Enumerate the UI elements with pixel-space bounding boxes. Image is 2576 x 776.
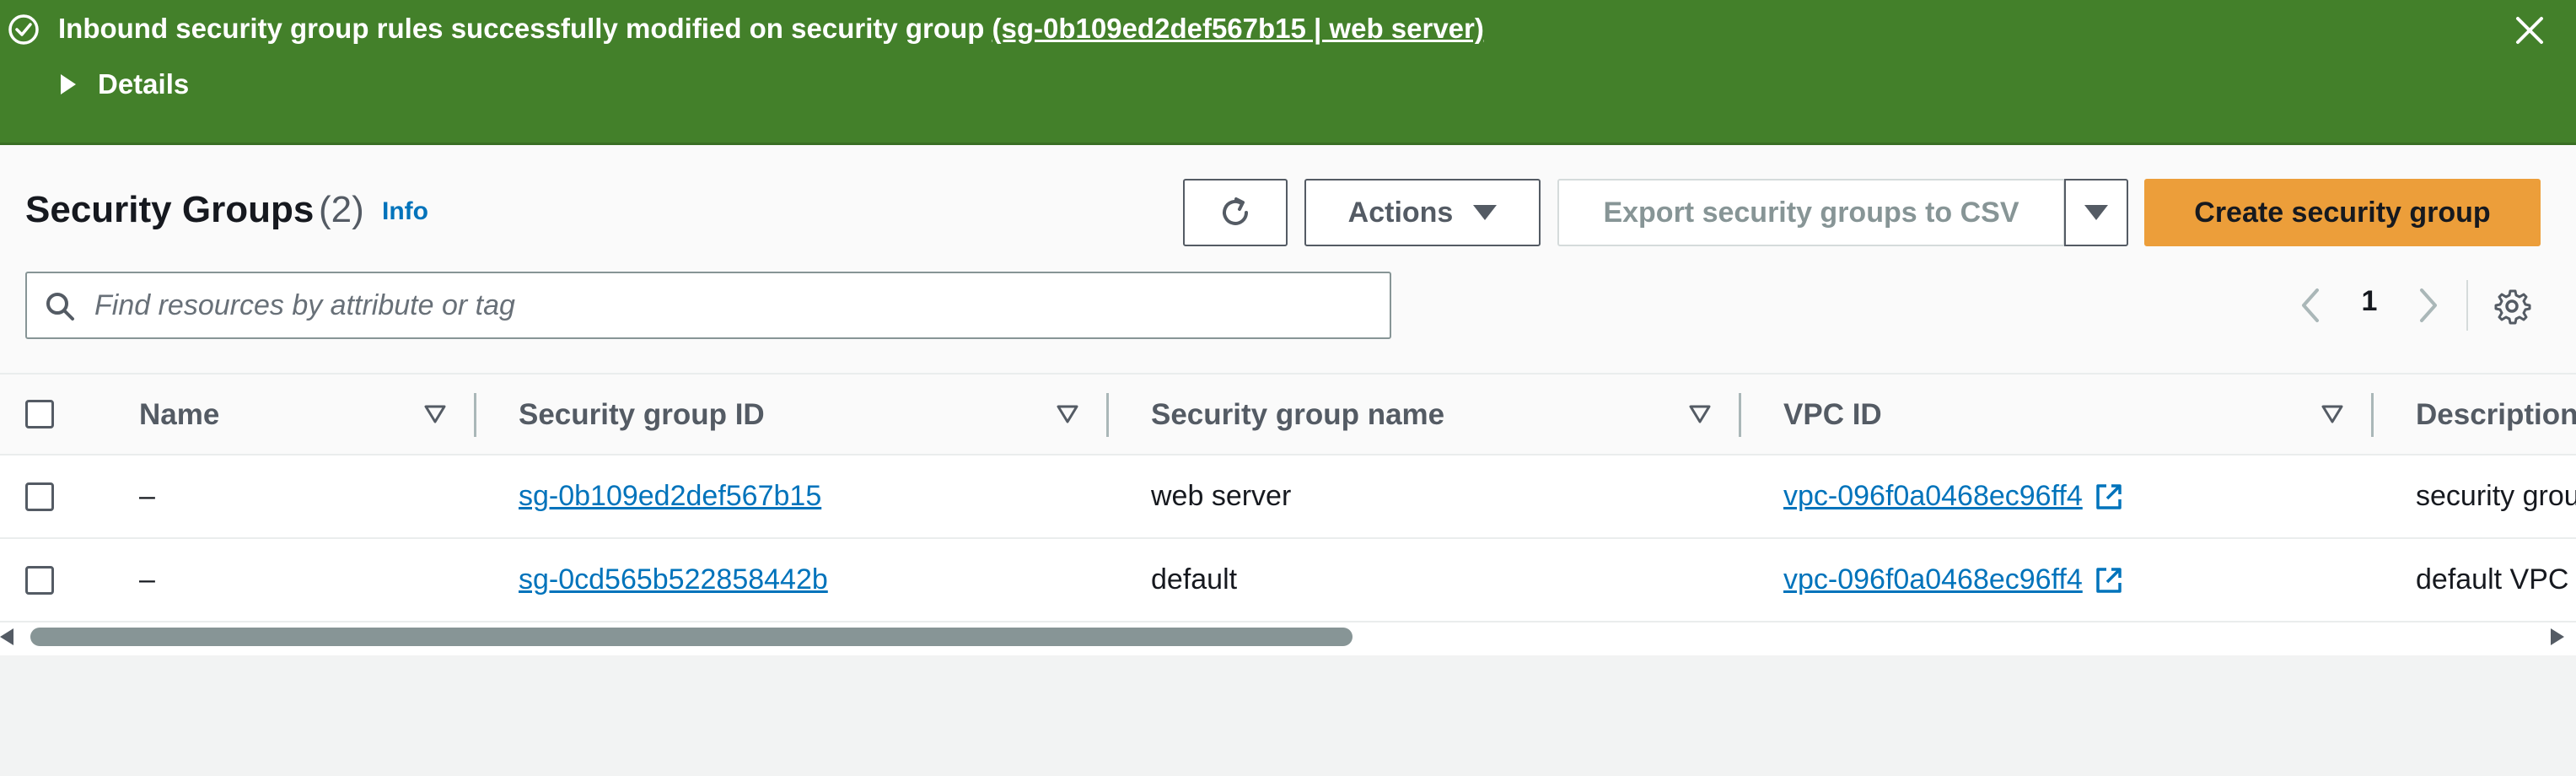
caret-down-icon [1473, 205, 1498, 220]
column-header-security-group-name[interactable]: Security group name [1151, 375, 1444, 455]
column-resize-handle[interactable] [1106, 393, 1109, 437]
actions-button[interactable]: Actions [1304, 179, 1541, 246]
export-csv-button[interactable]: Export security groups to CSV [1557, 179, 2065, 246]
vpc-id-link[interactable]: vpc-096f0a0468ec96ff4 [1783, 480, 2083, 513]
cell-security-group-name: default [1151, 563, 1238, 595]
search-icon [46, 293, 74, 321]
security-groups-panel: Security Groups (2) Info Actions Export … [0, 145, 2576, 655]
cell-vpc-id: vpc-096f0a0468ec96ff4 [1783, 455, 2125, 537]
caret-right-icon [61, 74, 76, 94]
table-row[interactable]: – sg-0cd565b522858442b default vpc-096f0… [0, 539, 2576, 622]
flash-security-group-link[interactable]: (sg-0b109ed2def567b15 | web server) [992, 13, 1484, 44]
flash-message-text: Inbound security group rules successfull… [58, 13, 992, 44]
refresh-icon [1223, 197, 1248, 225]
security-group-id-link[interactable]: sg-0cd565b522858442b [519, 563, 828, 596]
search-box[interactable] [25, 272, 1391, 339]
cell-name: – [139, 480, 155, 512]
success-check-icon [8, 14, 39, 45]
external-link-icon[interactable] [2093, 481, 2125, 513]
cell-description: default VPC [2416, 563, 2569, 595]
resource-count: (2) [319, 189, 364, 230]
vpc-id-link[interactable]: vpc-096f0a0468ec96ff4 [1783, 563, 2083, 596]
flash-message: Inbound security group rules successfull… [58, 10, 1484, 47]
cell-security-group-id: sg-0cd565b522858442b [519, 539, 828, 621]
refresh-button[interactable] [1183, 179, 1288, 246]
scrollbar-thumb[interactable] [30, 628, 1353, 646]
column-header-description[interactable]: Description [2416, 375, 2576, 455]
export-csv-label: Export security groups to CSV [1603, 196, 2019, 229]
scroll-right-arrow-icon[interactable] [2551, 628, 2564, 645]
flash-details-toggle[interactable]: Details [61, 66, 189, 103]
export-csv-dropdown-button[interactable] [2064, 179, 2128, 246]
create-security-group-label: Create security group [2194, 196, 2491, 229]
table-header: Name Security group ID Security group na… [0, 373, 2576, 455]
column-resize-handle[interactable] [474, 393, 476, 437]
gear-icon[interactable] [2493, 287, 2531, 326]
next-page-icon[interactable] [2412, 282, 2445, 329]
current-page-number[interactable]: 1 [2353, 285, 2386, 318]
cell-description: security grou [2416, 480, 2576, 512]
previous-page-icon[interactable] [2294, 282, 2327, 329]
select-all-checkbox[interactable] [25, 400, 54, 428]
cell-security-group-id: sg-0b109ed2def567b15 [519, 455, 821, 537]
caret-down-icon [2084, 205, 2108, 220]
create-security-group-button[interactable]: Create security group [2144, 179, 2541, 246]
pager-divider [2466, 280, 2468, 331]
sort-down-icon[interactable] [423, 403, 447, 425]
cell-security-group-name: web server [1151, 480, 1292, 512]
table-row[interactable]: – sg-0b109ed2def567b15 web server vpc-09… [0, 455, 2576, 539]
cell-vpc-id: vpc-096f0a0468ec96ff4 [1783, 539, 2125, 621]
sort-down-icon[interactable] [2321, 403, 2344, 425]
search-input[interactable] [94, 280, 1359, 331]
close-icon[interactable] [2511, 12, 2548, 49]
column-resize-handle[interactable] [1739, 393, 1741, 437]
success-flash-banner: Inbound security group rules successfull… [0, 0, 2576, 145]
flash-details-label: Details [98, 68, 190, 100]
sort-down-icon[interactable] [1688, 403, 1712, 425]
column-header-name[interactable]: Name [139, 375, 219, 455]
scroll-left-arrow-icon[interactable] [0, 628, 13, 645]
sort-down-icon[interactable] [1056, 403, 1079, 425]
column-header-security-group-id[interactable]: Security group ID [519, 375, 765, 455]
security-group-id-link[interactable]: sg-0b109ed2def567b15 [519, 480, 821, 513]
column-header-vpc-id[interactable]: VPC ID [1783, 375, 1882, 455]
external-link-icon[interactable] [2093, 564, 2125, 596]
cell-name: – [139, 563, 155, 595]
row-select-checkbox[interactable] [25, 482, 54, 511]
page-title: Security Groups [25, 189, 315, 230]
horizontal-scrollbar[interactable] [0, 622, 2576, 651]
column-resize-handle[interactable] [2371, 393, 2374, 437]
page-background [0, 655, 2576, 776]
row-select-checkbox[interactable] [25, 566, 54, 595]
actions-label: Actions [1347, 196, 1454, 229]
info-link[interactable]: Info [382, 197, 428, 226]
